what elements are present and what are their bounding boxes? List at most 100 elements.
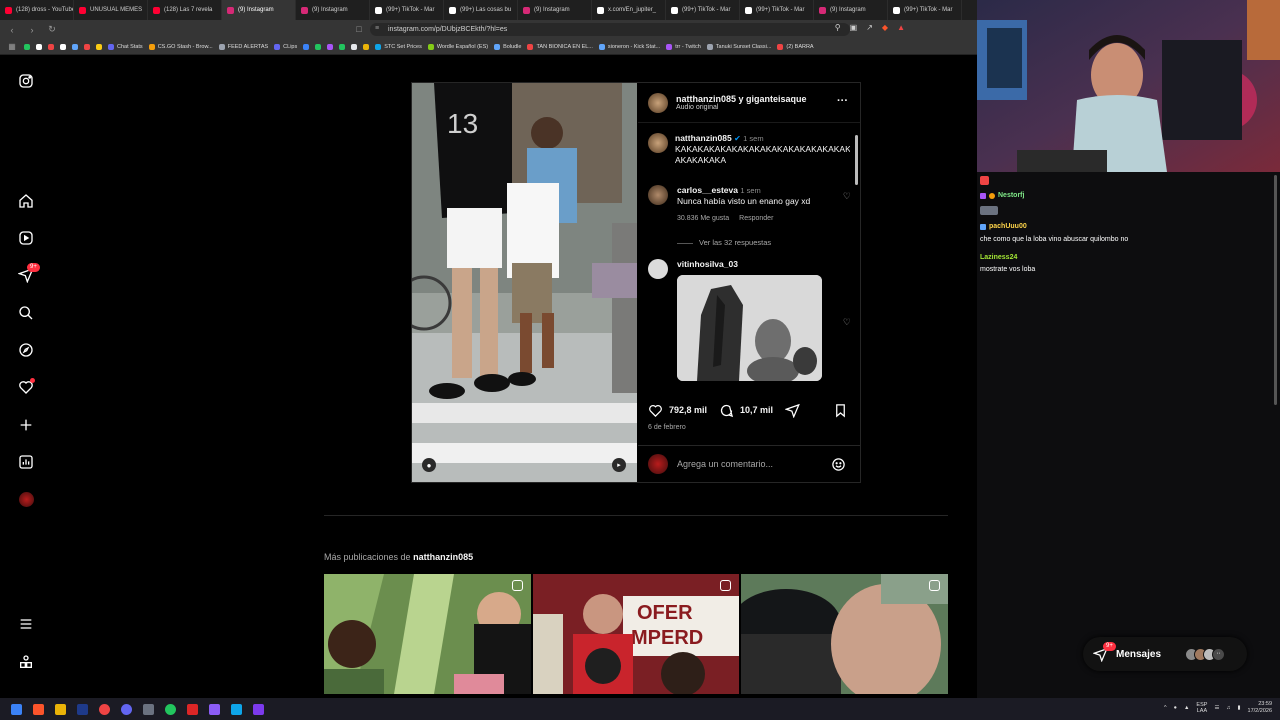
chat-user[interactable]: Laziness24	[980, 254, 1017, 261]
browser-tab[interactable]: (128) Las 7 revela	[148, 0, 222, 20]
view-replies[interactable]: Ver las 32 respuestas	[648, 237, 850, 248]
language-indicator[interactable]: ESP LAA	[1196, 702, 1207, 714]
comment-avatar[interactable]	[648, 185, 668, 205]
url-field[interactable]: ≡ instagram.com/p/DUbjzBCEkth/?hl=es	[370, 23, 850, 36]
comment-likes[interactable]: 30.836 Me gusta	[677, 213, 729, 224]
more-options-icon[interactable]: ···	[837, 95, 848, 107]
post-date[interactable]: 6 de febrero	[648, 424, 686, 431]
bookmark-item[interactable]: Tanuki Sunset Classi...	[706, 43, 771, 50]
like-count[interactable]: 792,8 mil	[669, 405, 707, 415]
bookmark-item[interactable]: CS.GO Stash - Brow...	[148, 43, 213, 50]
browser-tab[interactable]: (9) Instagram	[222, 0, 296, 20]
bookmark-item[interactable]	[303, 43, 310, 50]
notifications-heart-icon[interactable]	[17, 378, 35, 396]
search-icon[interactable]	[17, 304, 35, 322]
share-icon[interactable]	[785, 403, 800, 418]
grid-post[interactable]	[741, 574, 949, 694]
bookmark-item[interactable]: FEED ALERTAS	[218, 43, 268, 50]
bookmark-item[interactable]	[327, 43, 334, 50]
comment-image[interactable]	[677, 275, 822, 381]
browser-tab[interactable]: (99+) Las cosas bu	[444, 0, 518, 20]
create-icon[interactable]	[17, 416, 35, 434]
menu-icon[interactable]	[17, 615, 35, 633]
bookmark-item[interactable]	[351, 43, 358, 50]
bookmark-item[interactable]: (2) BARRA	[777, 43, 814, 50]
forward-icon[interactable]: ›	[26, 25, 38, 35]
zoom-icon[interactable]: ⚲	[835, 23, 841, 32]
browser-tab[interactable]: (99+) TikTok - Mar	[666, 0, 740, 20]
obs-icon[interactable]	[99, 703, 110, 715]
home-icon[interactable]	[17, 192, 35, 210]
bookmark-item[interactable]: Chat Stats	[108, 43, 143, 50]
browser-tab[interactable]: (99+) TikTok - Mar	[370, 0, 444, 20]
screen-icon[interactable]: ▣	[850, 23, 858, 32]
messages-nav-icon[interactable]: 9+	[17, 263, 40, 284]
comment-like-icon[interactable]: ♡	[843, 191, 850, 202]
rewards-icon[interactable]: ▲	[897, 23, 905, 32]
comment-icon[interactable]	[719, 403, 734, 418]
chat-scrollbar[interactable]	[1274, 175, 1277, 405]
save-icon[interactable]	[833, 403, 848, 418]
post-author[interactable]: natthanzin085 y giganteisaque	[676, 94, 807, 104]
file-explorer-icon[interactable]	[55, 703, 66, 715]
back-icon[interactable]: ‹	[6, 25, 18, 35]
volume-icon[interactable]: ▸	[612, 458, 626, 472]
browser-tab[interactable]: (9) Instagram	[296, 0, 370, 20]
bookmark-item[interactable]	[96, 43, 102, 50]
dashboard-icon[interactable]	[17, 453, 35, 471]
volume-tray-icon[interactable]: ♫	[1226, 705, 1230, 711]
author-avatar[interactable]	[648, 92, 668, 113]
chat-user[interactable]: Nestorfj	[998, 192, 1024, 199]
browser-tab[interactable]: x.com/En_jupiter_	[592, 0, 666, 20]
comment-avatar[interactable]	[648, 259, 668, 279]
news-app-icon[interactable]	[187, 703, 198, 715]
emoji-icon[interactable]	[831, 457, 846, 472]
audio-label[interactable]: Audio original	[676, 104, 807, 111]
comments-scrollbar[interactable]	[855, 127, 859, 391]
bookmark-item[interactable]	[48, 43, 54, 50]
spotify-icon[interactable]	[165, 703, 176, 715]
bookmark-item[interactable]: CLips	[274, 43, 297, 50]
discord-icon[interactable]	[121, 703, 132, 715]
share-icon[interactable]: ↗	[866, 23, 873, 32]
reels-icon[interactable]	[17, 229, 35, 247]
comment-count[interactable]: 10,7 mil	[740, 405, 773, 415]
bookmark-item[interactable]: Wordle Español (ES)	[427, 43, 488, 50]
vpn-icon[interactable]	[209, 703, 220, 715]
browser-tab[interactable]: (9) Instagram	[518, 0, 592, 20]
browser-tab[interactable]: (9) Instagram	[814, 0, 888, 20]
window-app-icon[interactable]	[143, 703, 154, 715]
comment-like-icon[interactable]: ♡	[843, 317, 850, 328]
clock[interactable]: 23:59 17/2/2026	[1248, 701, 1272, 715]
comment-user[interactable]: natthanzin085	[675, 133, 732, 143]
comment-user[interactable]: carlos__esteva	[677, 185, 738, 195]
browser-tab[interactable]: (99+) TikTok - Mar	[888, 0, 962, 20]
bookmark-item[interactable]	[315, 43, 322, 50]
reply-button[interactable]: Responder	[739, 213, 773, 224]
bookmark-item[interactable]: trr - Twitch	[666, 43, 701, 50]
bookmark-page-icon[interactable]: □	[353, 24, 365, 34]
instagram-logo-icon[interactable]	[17, 72, 35, 90]
bookmark-item[interactable]	[72, 43, 78, 50]
like-icon[interactable]	[648, 403, 663, 418]
browser-tab[interactable]: (99+) TikTok - Mar	[740, 0, 814, 20]
usb-icon[interactable]: ▲	[1184, 705, 1189, 711]
comment-user[interactable]: vitinhosilva_03	[677, 259, 738, 269]
comment-avatar[interactable]	[648, 133, 668, 153]
bookmark-item[interactable]	[363, 43, 370, 50]
tagged-users-icon[interactable]: ●	[422, 458, 436, 472]
profile-avatar[interactable]	[17, 490, 35, 508]
add-comment-input[interactable]: Agrega un comentario...	[677, 459, 773, 469]
steam-icon[interactable]	[77, 703, 88, 715]
messages-button[interactable]: 9+ Mensajes ··	[1083, 637, 1247, 671]
grid-post[interactable]: OFER MPERD	[532, 574, 740, 694]
apps-grid-icon[interactable]: ▦	[6, 42, 18, 51]
explore-icon[interactable]	[17, 341, 35, 359]
wifi-icon[interactable]: ☰	[1214, 705, 1219, 711]
grid-post[interactable]	[324, 574, 531, 694]
tray-chevron-icon[interactable]: ^	[1164, 705, 1167, 711]
brave-app-icon[interactable]	[33, 703, 44, 715]
bookmark-item[interactable]	[36, 43, 42, 50]
browser-tab[interactable]: UNUSUAL MEMES	[74, 0, 148, 20]
post-video[interactable]: 13 ● ▸	[412, 83, 637, 482]
